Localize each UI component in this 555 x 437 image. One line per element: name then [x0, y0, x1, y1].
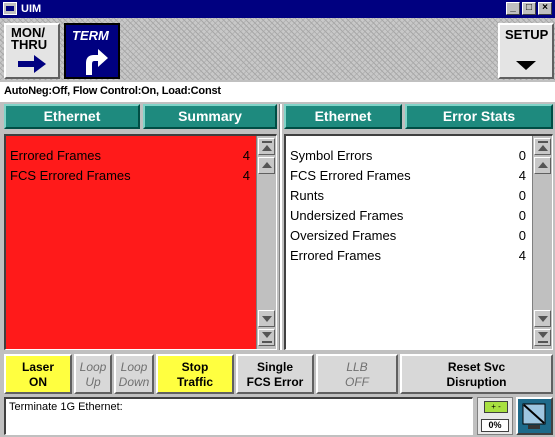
list-item: FCS Errored Frames 4 [10, 166, 250, 186]
minimize-button[interactable]: _ [506, 2, 520, 15]
error-stats-list: Symbol Errors 0 FCS Errored Frames 4 Run… [284, 134, 553, 350]
right-arrow-icon [18, 55, 46, 73]
right-panel: Ethernet Error Stats Symbol Errors 0 FCS… [284, 104, 553, 350]
row-label: Symbol Errors [290, 148, 373, 163]
chevron-up-icon [538, 162, 548, 168]
loop-down-button[interactable]: Loop Down [114, 354, 154, 394]
left-panel: Ethernet Summary Errored Frames 4 FCS Er… [4, 104, 277, 350]
button-line2: Up [85, 375, 101, 389]
button-line1: LLB [346, 360, 368, 374]
chevron-down-icon [538, 332, 548, 338]
scroll-up-button[interactable] [258, 157, 275, 174]
button-line1: Reset Svc [447, 360, 506, 374]
row-value: 0 [518, 148, 526, 163]
reset-svc-disruption-button[interactable]: Reset Svc Disruption [400, 354, 553, 394]
scroll-bottom-button[interactable] [258, 329, 275, 346]
list-item: Errored Frames 4 [10, 146, 250, 166]
chevron-up-icon [262, 145, 272, 151]
chevron-up-icon [538, 145, 548, 151]
right-tab-error-stats[interactable]: Error Stats [405, 104, 553, 129]
row-label: Errored Frames [10, 148, 102, 163]
uim-window: UIM _ □ × MON/ THRU TERM SETUP AutoNeg:O… [0, 0, 555, 437]
battery-indicator: + - 0% [477, 397, 513, 435]
scroll-up-button[interactable] [534, 157, 551, 174]
row-value: 4 [518, 168, 526, 183]
button-line1: Loop [79, 360, 107, 374]
loop-up-button[interactable]: Loop Up [74, 354, 112, 394]
scroll-bottom-button[interactable] [534, 329, 551, 346]
list-item: Errored Frames 4 [290, 246, 526, 266]
mon-thru-button[interactable]: MON/ THRU [4, 23, 60, 79]
row-value: 4 [242, 148, 250, 163]
left-tab-ethernet[interactable]: Ethernet [4, 104, 140, 129]
setup-label: SETUP [505, 27, 549, 42]
stop-traffic-button[interactable]: Stop Traffic [156, 354, 234, 394]
row-value: 4 [518, 248, 526, 263]
scrollbar[interactable] [532, 136, 552, 349]
right-tab-ethernet[interactable]: Ethernet [284, 104, 402, 129]
battery-percent: 0% [481, 419, 509, 432]
button-line2: Down [118, 375, 150, 389]
monitor-icon-button[interactable] [516, 397, 553, 435]
mon-thru-label: MON/ THRU [11, 25, 48, 52]
single-fcs-error-button[interactable]: Single FCS Error [236, 354, 314, 394]
summary-rows: Errored Frames 4 FCS Errored Frames 4 [10, 146, 250, 186]
close-button[interactable]: × [538, 2, 552, 15]
chevron-down-icon [262, 332, 272, 338]
list-item: Undersized Frames 0 [290, 206, 526, 226]
chevron-down-icon [516, 61, 536, 70]
button-line2: OFF [345, 375, 369, 389]
row-label: FCS Errored Frames [10, 168, 131, 183]
scroll-top-button[interactable] [534, 138, 551, 155]
toolbar: MON/ THRU TERM SETUP [0, 18, 555, 80]
scroll-down-button[interactable] [258, 310, 275, 327]
button-line2: Disruption [446, 375, 507, 389]
setup-button[interactable]: SETUP [498, 23, 554, 79]
scroll-top-button[interactable] [258, 138, 275, 155]
chevron-up-icon [262, 162, 272, 168]
list-item: Symbol Errors 0 [290, 146, 526, 166]
button-line1: Single [256, 360, 293, 374]
laser-on-button[interactable]: Laser ON [4, 354, 72, 394]
chevron-down-icon [538, 316, 548, 322]
app-icon [3, 2, 17, 15]
window-title: UIM [21, 3, 42, 15]
row-label: FCS Errored Frames [290, 168, 411, 183]
term-label: TERM [72, 28, 109, 43]
left-tab-summary[interactable]: Summary [143, 104, 277, 129]
term-button[interactable]: TERM [64, 23, 120, 79]
scroll-down-button[interactable] [534, 310, 551, 327]
button-line2: Traffic [176, 375, 213, 389]
list-item: FCS Errored Frames 4 [290, 166, 526, 186]
panel-divider [279, 104, 282, 350]
row-value: 0 [518, 208, 526, 223]
row-label: Errored Frames [290, 248, 382, 263]
maximize-button[interactable]: □ [522, 2, 536, 15]
button-line2: FCS Error [246, 375, 304, 389]
message-bar: Terminate 1G Ethernet: [4, 397, 473, 435]
scrollbar[interactable] [256, 136, 276, 349]
list-item: Runts 0 [290, 186, 526, 206]
button-line1: Laser [21, 360, 55, 374]
row-value: 0 [518, 228, 526, 243]
monitor-icon [522, 403, 546, 429]
chevron-down-icon [262, 316, 272, 322]
row-value: 0 [518, 188, 526, 203]
row-value: 4 [242, 168, 250, 183]
button-line1: Stop [181, 360, 209, 374]
row-label: Oversized Frames [290, 228, 397, 243]
row-label: Runts [290, 188, 324, 203]
u-turn-arrow-icon [86, 49, 108, 75]
config-status-line: AutoNeg:Off, Flow Control:On, Load:Const [0, 82, 555, 102]
summary-list: Errored Frames 4 FCS Errored Frames 4 [4, 134, 277, 350]
button-line2: ON [29, 375, 47, 389]
title-bar[interactable]: UIM _ □ × [0, 0, 555, 18]
llb-off-button[interactable]: LLB OFF [316, 354, 398, 394]
button-line1: Loop [120, 360, 148, 374]
error-stats-rows: Symbol Errors 0 FCS Errored Frames 4 Run… [290, 146, 526, 266]
action-button-row: Laser ON Loop Up Loop Down Stop Traffic … [4, 354, 553, 394]
battery-icon: + - [484, 401, 508, 413]
row-label: Undersized Frames [290, 208, 404, 223]
list-item: Oversized Frames 0 [290, 226, 526, 246]
